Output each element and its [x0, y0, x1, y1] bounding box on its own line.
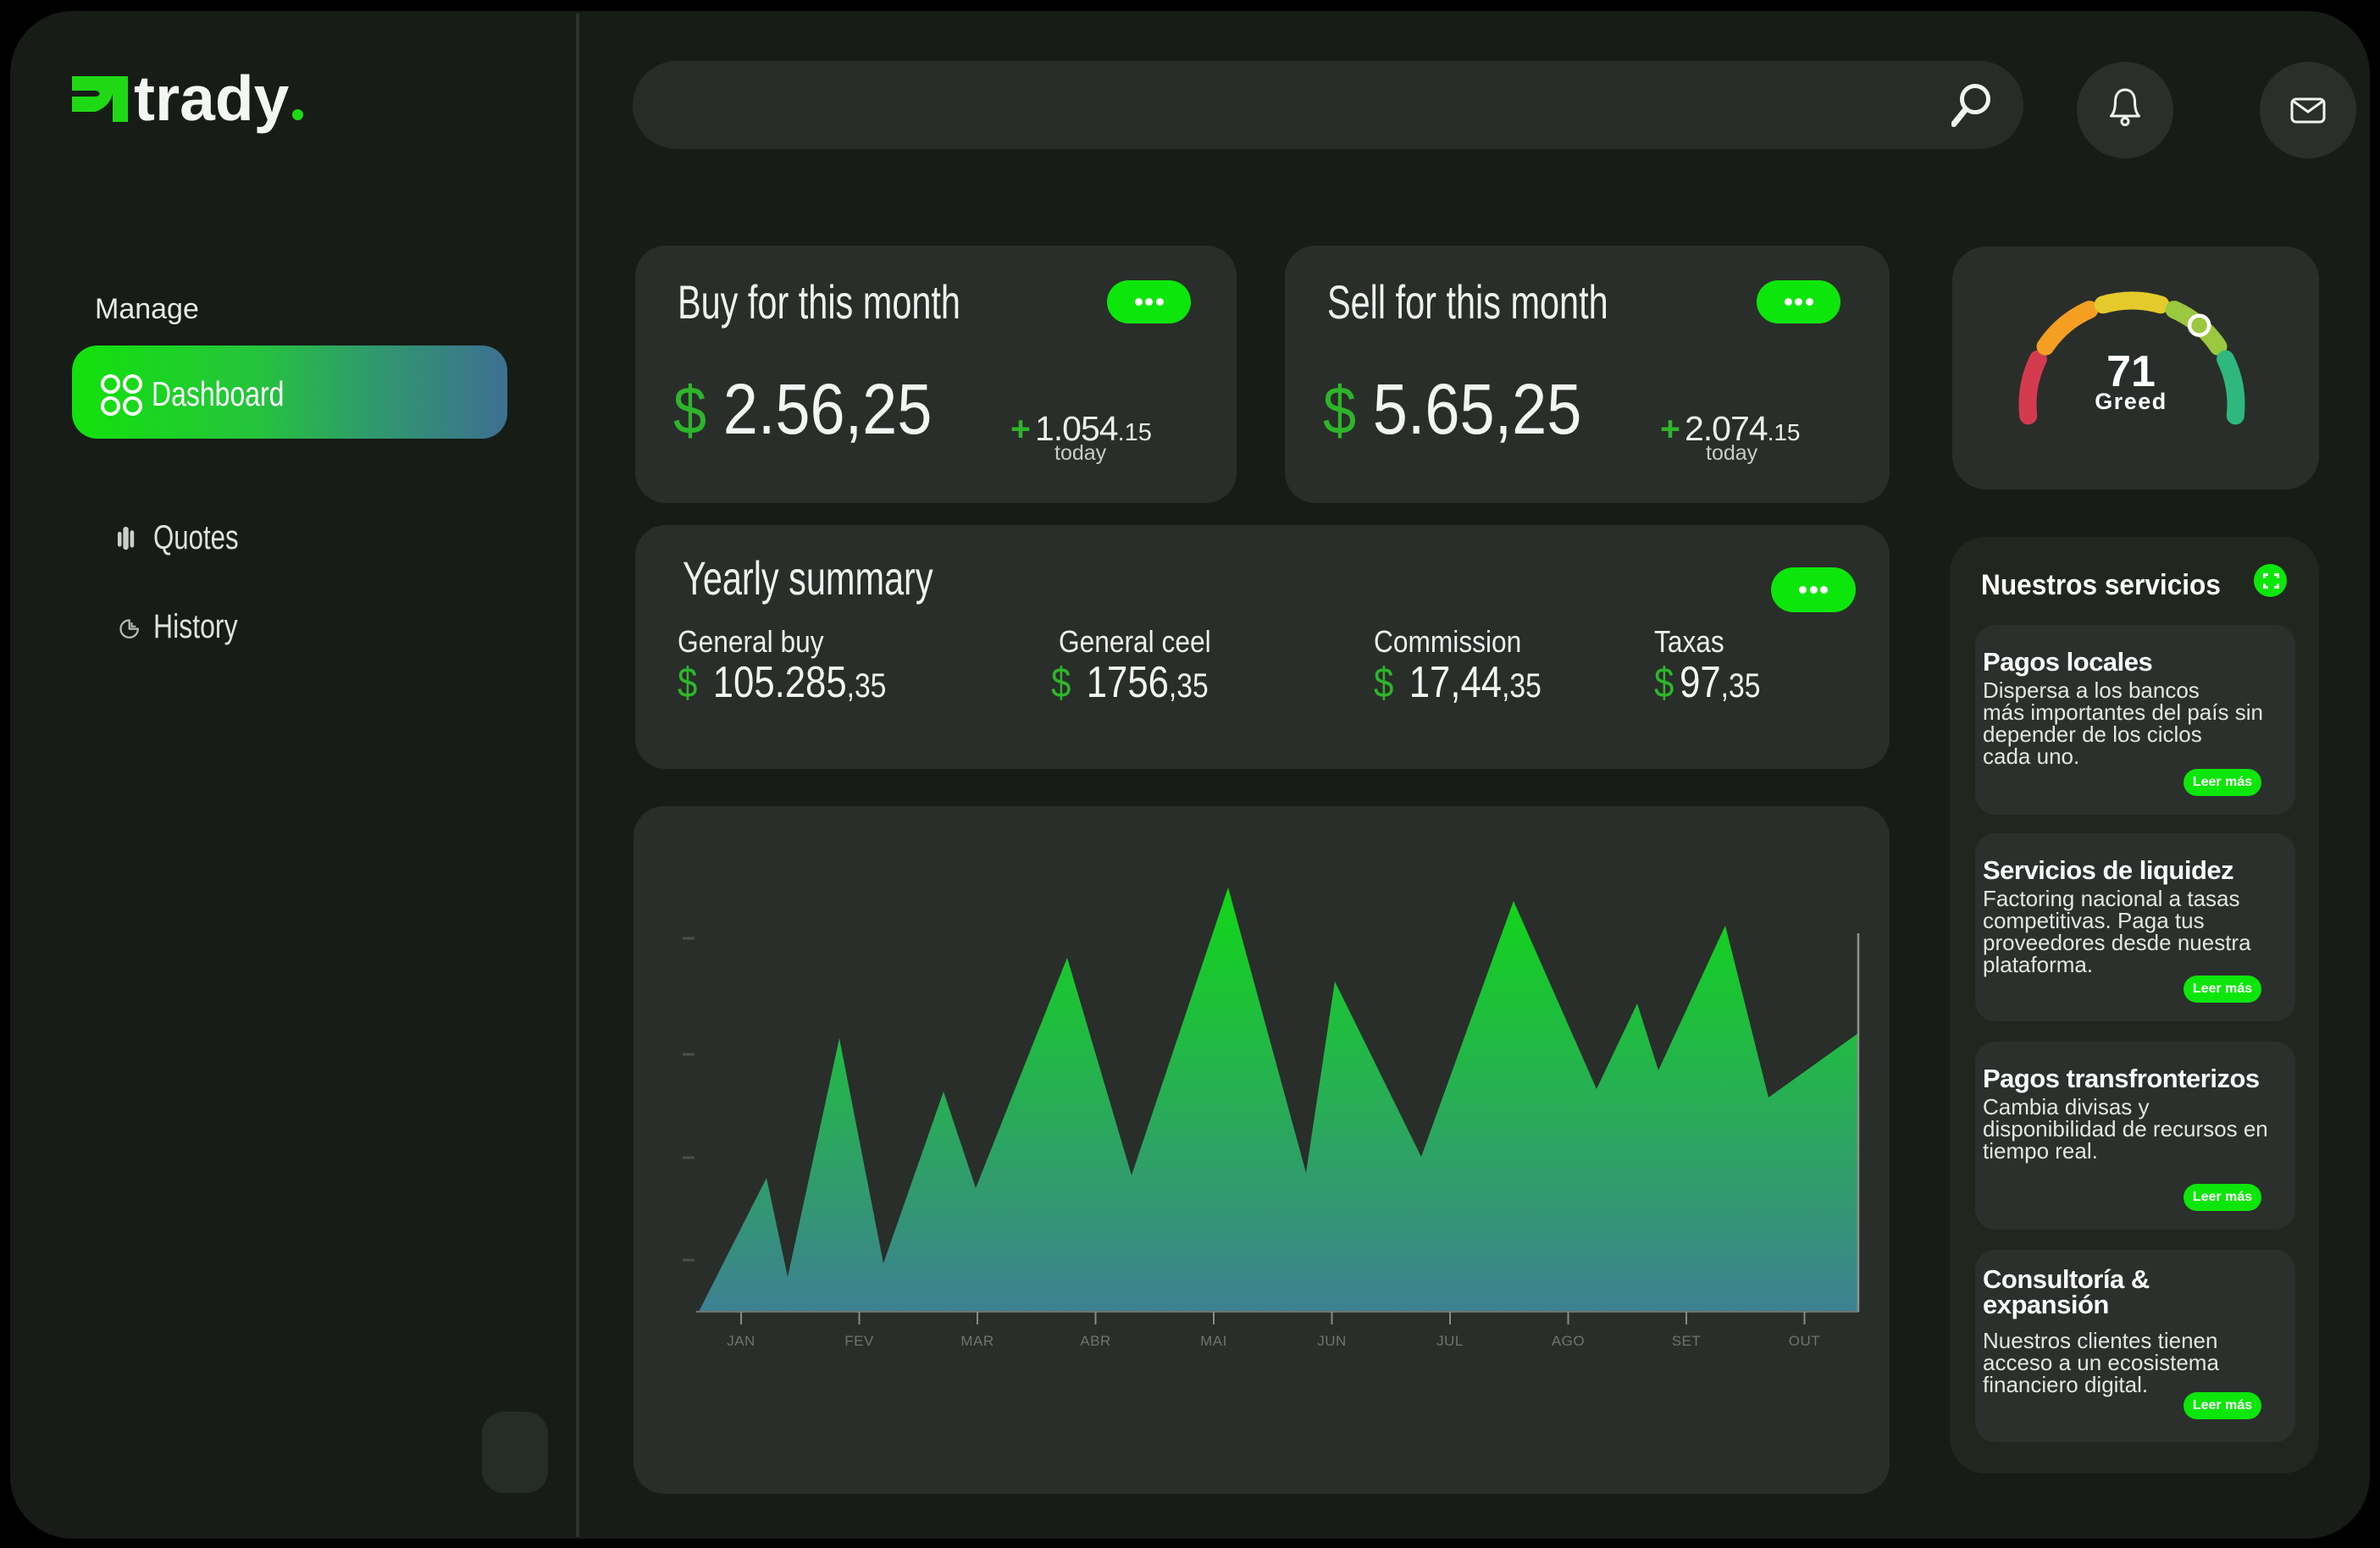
svg-text:SET: SET: [1672, 1333, 1702, 1349]
svg-text:JAN: JAN: [727, 1333, 756, 1349]
svg-text:AGO: AGO: [1552, 1333, 1585, 1349]
svg-text:ABR: ABR: [1080, 1333, 1110, 1349]
svg-text:MAI: MAI: [1200, 1333, 1227, 1349]
svg-text:JUN: JUN: [1317, 1333, 1347, 1349]
svg-text:OUT: OUT: [1789, 1333, 1820, 1349]
svg-text:FEV: FEV: [844, 1333, 874, 1349]
svg-text:JUL: JUL: [1436, 1333, 1464, 1349]
svg-text:Greed: Greed: [2095, 389, 2167, 414]
svg-text:MAR: MAR: [960, 1333, 994, 1349]
